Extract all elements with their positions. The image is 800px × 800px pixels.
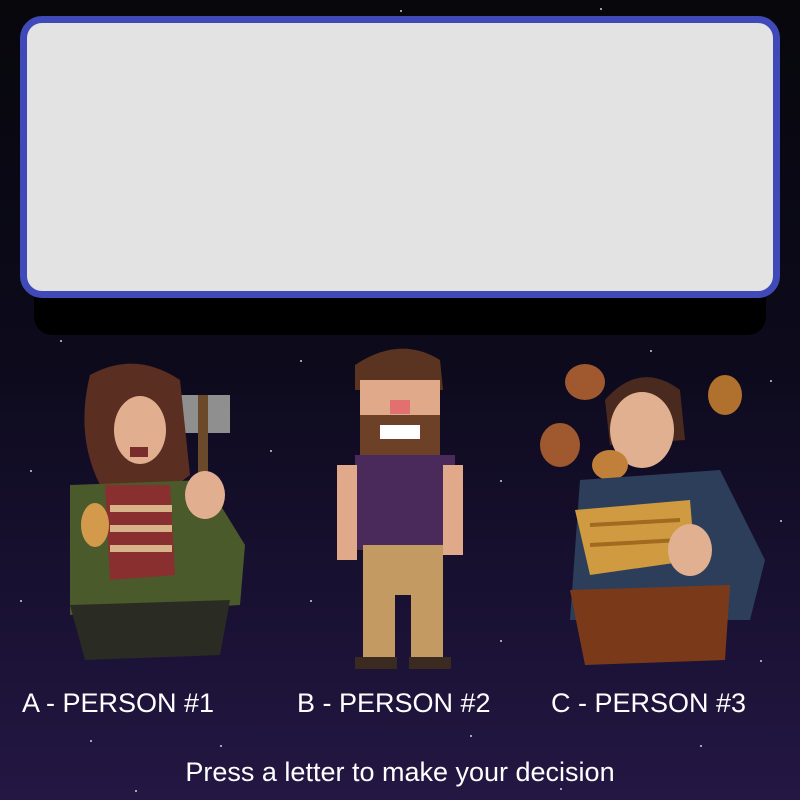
person-1-portrait[interactable] [30, 355, 260, 665]
instruction-text: Press a letter to make your decision [185, 757, 615, 787]
option-b-label[interactable]: B - PERSON #2 [297, 688, 491, 719]
person-2-portrait[interactable] [325, 335, 475, 675]
option-a-label[interactable]: A - PERSON #1 [22, 688, 214, 719]
dialog-box [20, 16, 780, 298]
option-c-label[interactable]: C - PERSON #3 [551, 688, 746, 719]
person-3-portrait[interactable] [530, 360, 770, 665]
